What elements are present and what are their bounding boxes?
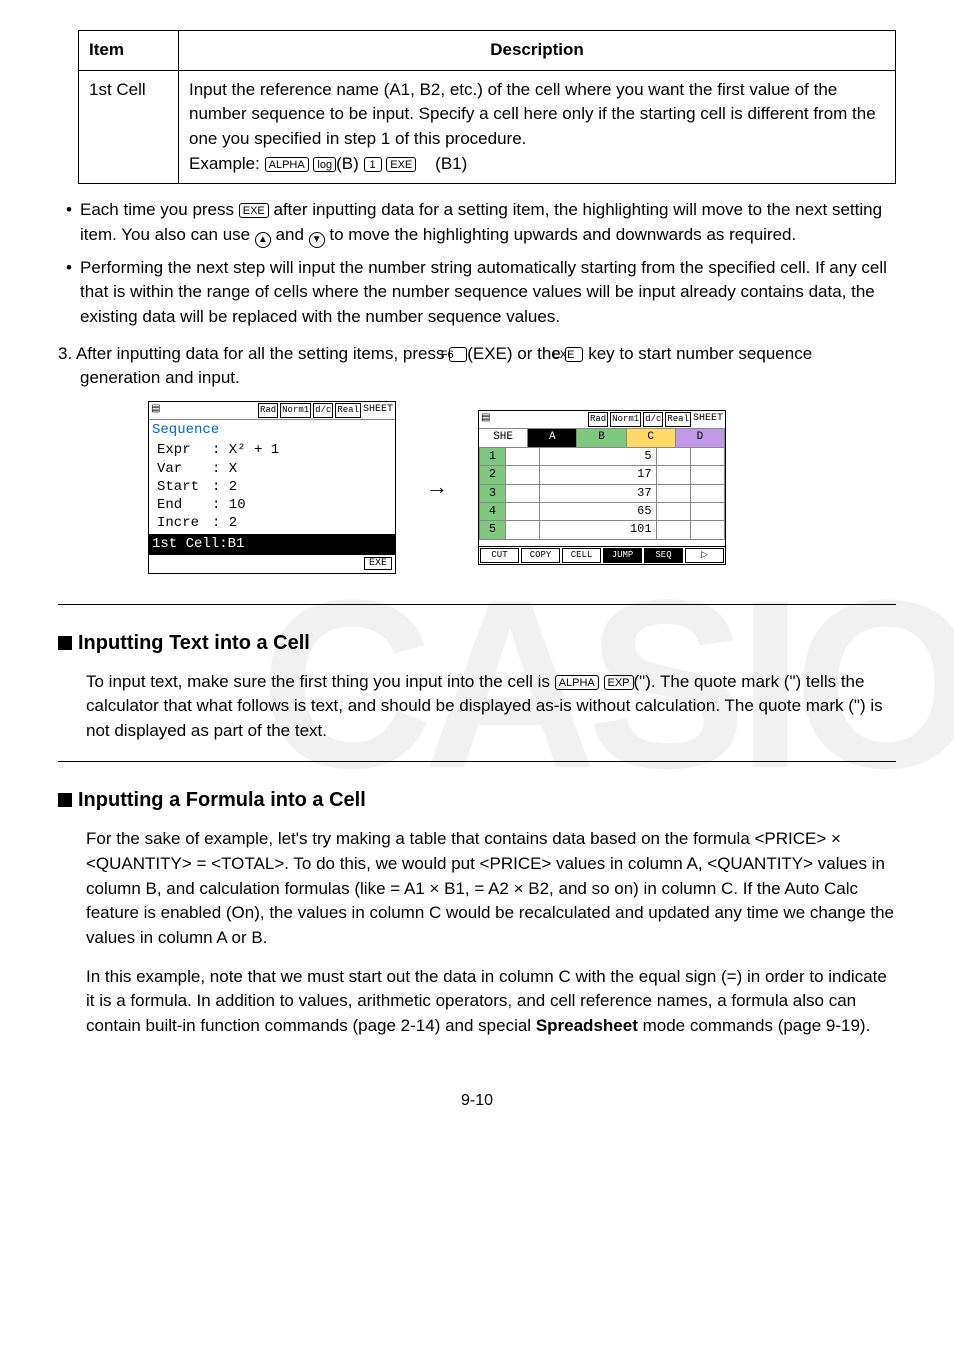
key-alpha: ALPHA xyxy=(265,157,309,172)
key-b-paren: (B) xyxy=(336,154,359,173)
th-desc: Description xyxy=(179,31,896,71)
example-result: (B1) xyxy=(435,154,467,173)
key-exp: EXP xyxy=(604,675,634,690)
page-number: 9-10 xyxy=(58,1089,896,1112)
td-item: 1st Cell xyxy=(79,70,179,184)
example-label: Example: xyxy=(189,154,260,173)
sheet-tabs: SHE A B C D xyxy=(479,429,725,447)
highlight-row: 1st Cell:B1 xyxy=(149,534,395,554)
note-1: Each time you press EXE after inputting … xyxy=(80,198,896,330)
key-f6: F6 xyxy=(449,347,467,362)
note-2: Performing the next step will input the … xyxy=(80,256,896,330)
key-exe: EXE xyxy=(565,347,583,362)
sequence-body: Expr: X² + 1 Var: X Start: 2 End: 10 Inc… xyxy=(149,440,395,534)
key-log: log xyxy=(313,157,336,172)
notes-list: Each time you press EXE after inputting … xyxy=(58,198,896,330)
square-bullet-icon xyxy=(58,793,72,807)
sequence-title: Sequence xyxy=(149,420,395,440)
section-heading-text: Inputting Text into a Cell xyxy=(58,629,896,658)
calculator-screens-row: ▤ RadNorm1 d/cRealSHEET Sequence Expr: X… xyxy=(58,401,896,574)
th-item: Item xyxy=(79,31,179,71)
cursor-up-icon: ▲ xyxy=(255,232,271,248)
desc-text: Input the reference name (A1, B2, etc.) … xyxy=(189,80,876,148)
cursor-down-icon: ▼ xyxy=(309,232,325,248)
calc-screen-sheet: ▤ RadNorm1 d/cRealSHEET SHE A B C D 15 2… xyxy=(478,410,726,565)
exe-softkey: EXE xyxy=(364,557,392,570)
section-formula-p1: For the sake of example, let's try makin… xyxy=(58,827,896,950)
key-1: 1 xyxy=(364,157,382,172)
key-alpha: ALPHA xyxy=(555,675,599,690)
spreadsheet-bold: Spreadsheet xyxy=(536,1016,638,1035)
square-bullet-icon xyxy=(58,636,72,650)
sheet-softkeys: CUT COPY CELL JUMP SEQ ▷ xyxy=(479,546,725,564)
arrow-icon: → xyxy=(426,471,448,503)
td-desc: Input the reference name (A1, B2, etc.) … xyxy=(179,70,896,184)
section-text-body: To input text, make sure the first thing… xyxy=(58,670,896,744)
step-3: 3. After inputting data for all the sett… xyxy=(58,342,896,391)
calc-screen-sequence: ▤ RadNorm1 d/cRealSHEET Sequence Expr: X… xyxy=(148,401,396,574)
key-exe: EXE xyxy=(386,157,416,172)
sheet-grid: 15 217 337 465 5101 xyxy=(479,447,725,540)
section-heading-formula: Inputting a Formula into a Cell xyxy=(58,786,896,815)
section-formula-p2: In this example, note that we must start… xyxy=(58,965,896,1039)
key-exe: EXE xyxy=(239,203,269,218)
description-table: Item Description 1st Cell Input the refe… xyxy=(78,30,896,184)
